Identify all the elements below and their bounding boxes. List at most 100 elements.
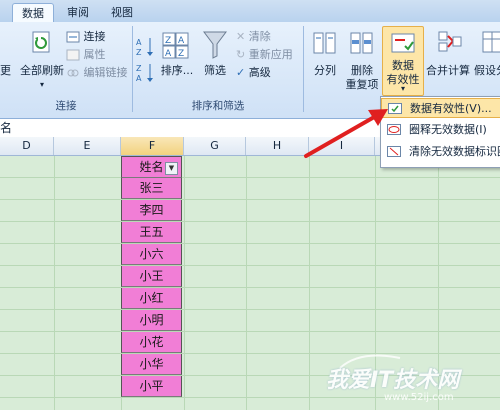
properties-label: 属性 (83, 48, 106, 61)
column-header-g[interactable]: G (184, 137, 246, 155)
grid-line (0, 243, 500, 244)
clear-filter-button[interactable]: ✕ 清除 (236, 28, 271, 45)
sort-za-icon[interactable]: Z A (136, 62, 156, 84)
what-if-label: 假设分 (474, 64, 500, 77)
menu-item-circle-invalid[interactable]: 圈释无效数据(I) (381, 120, 500, 140)
menu-item-data-validation[interactable]: 数据有效性(V)... (381, 98, 500, 118)
sort-az-icon[interactable]: A Z (136, 36, 156, 58)
advanced-filter-icon: ✓ (236, 66, 246, 79)
column-header-f[interactable]: F (121, 137, 184, 155)
sort-label: 排序... (160, 64, 194, 77)
tab-data[interactable]: 数据 (12, 3, 54, 23)
svg-text:Z: Z (136, 64, 142, 73)
grid-line (0, 265, 500, 266)
grid-line (184, 156, 185, 410)
annotation-arrow (304, 109, 388, 158)
table-row[interactable]: 小平 (121, 376, 182, 397)
sort-dialog-icon: Z A A Z (162, 32, 189, 59)
connections-icon (66, 31, 80, 43)
advanced-filter-button[interactable]: ✓ 高级 (236, 64, 271, 81)
svg-text:A: A (178, 36, 185, 46)
group-divider (303, 26, 304, 112)
watermark-url: www.52ij.com (384, 392, 454, 403)
connections-label: 连接 (83, 30, 106, 43)
table-row[interactable]: 张三 (121, 178, 182, 199)
properties-icon (66, 49, 80, 61)
table-row[interactable]: 小华 (121, 354, 182, 375)
table-header-cell[interactable]: 姓名 ▼ (121, 156, 182, 178)
filter-label: 筛选 (204, 64, 226, 77)
properties-button[interactable]: 属性 (66, 46, 106, 63)
table-header-label: 姓名 (139, 160, 164, 174)
link-icon (67, 69, 79, 77)
edit-links-label: 编辑链接 (83, 66, 128, 79)
sort-button[interactable]: Z A A Z 排序... (158, 28, 194, 96)
table-row[interactable]: 小六 (121, 244, 182, 265)
refresh-all-button[interactable]: 全部刷新 ▾ (18, 28, 66, 96)
column-header-d[interactable]: D (0, 137, 54, 155)
watermark: 我爱IT技术网 www.52ij.com (300, 348, 500, 410)
tab-review[interactable]: 审阅 (60, 3, 96, 22)
grid-line (0, 287, 500, 288)
consolidate-label: 合并计算 (426, 64, 470, 77)
menu-item-clear-circles[interactable]: 清除无效数据标识圈 (381, 142, 500, 162)
tab-view[interactable]: 视图 (104, 3, 140, 22)
clear-filter-icon: ✕ (236, 30, 246, 43)
data-validation-icon (391, 33, 415, 53)
watermark-brand: 我爱IT技术网 (326, 368, 460, 393)
reapply-icon: ↻ (236, 48, 246, 61)
grid-line (0, 221, 500, 222)
filter-dropdown-icon[interactable]: ▼ (165, 162, 178, 175)
menu-item-label: 圈释无效数据(I) (409, 123, 487, 136)
table-row[interactable]: 王五 (121, 222, 182, 243)
data-validation-label-1: 数据 (392, 59, 414, 72)
consolidate-icon (438, 31, 462, 52)
table-row[interactable]: 李四 (121, 200, 182, 221)
chevron-down-icon: ▾ (400, 84, 405, 93)
connections-button[interactable]: 连接 (66, 28, 106, 45)
consolidate-button[interactable]: 合并计算 (426, 28, 470, 96)
edit-links-button[interactable]: 编辑链接 (66, 64, 128, 81)
connections-group-label: 连接 (55, 100, 77, 112)
name-box[interactable]: 名 (0, 120, 12, 136)
remove-duplicates-label-1: 删除 (351, 64, 373, 77)
data-validation-menu: 数据有效性(V)... 圈释无效数据(I) 清除无效数据标识圈 (380, 96, 500, 168)
refresh-icon (32, 31, 50, 53)
menu-item-label: 数据有效性(V)... (410, 102, 492, 115)
grid-line (0, 331, 500, 332)
reapply-label: 重新应用 (248, 48, 293, 61)
table-row[interactable]: 小明 (121, 310, 182, 331)
menu-item-label: 清除无效数据标识圈 (409, 145, 500, 158)
svg-text:A: A (136, 74, 142, 83)
text-to-columns-button[interactable]: 分列 (308, 28, 342, 96)
filter-button[interactable]: 筛选 (198, 28, 232, 96)
remove-duplicates-label-2: 重复项 (345, 78, 379, 91)
table-row[interactable]: 小王 (121, 266, 182, 287)
advanced-label: 高级 (248, 66, 271, 79)
grid-line (0, 199, 500, 200)
table-row[interactable]: 小红 (121, 288, 182, 309)
text-to-columns-icon (313, 32, 336, 54)
column-header-e[interactable]: E (54, 137, 121, 155)
filter-funnel-icon (203, 31, 227, 59)
remove-duplicates-icon (350, 32, 373, 54)
sort-filter-group-label: 排序和筛选 (191, 100, 245, 112)
chevron-down-icon: ▾ (39, 80, 44, 89)
grid-line (0, 309, 500, 310)
data-validation-button[interactable]: 数据 有效性 ▾ (382, 26, 424, 96)
svg-text:Z: Z (136, 48, 142, 57)
what-if-button[interactable]: 假设分 (472, 28, 500, 96)
refresh-all-label: 全部刷新 (20, 64, 64, 77)
grid-line (0, 177, 500, 178)
reapply-button[interactable]: ↻ 重新应用 (236, 46, 293, 63)
refresh-partial-label: 更 (0, 64, 11, 77)
svg-text:A: A (165, 49, 172, 59)
text-to-columns-label: 分列 (314, 64, 336, 77)
svg-text:Z: Z (165, 36, 171, 46)
svg-text:Z: Z (178, 49, 184, 59)
clear-label: 清除 (248, 30, 271, 43)
table-row[interactable]: 小花 (121, 332, 182, 353)
grid-line (54, 156, 55, 410)
what-if-icon (482, 31, 500, 53)
remove-duplicates-button[interactable]: 删除 重复项 (344, 28, 380, 96)
